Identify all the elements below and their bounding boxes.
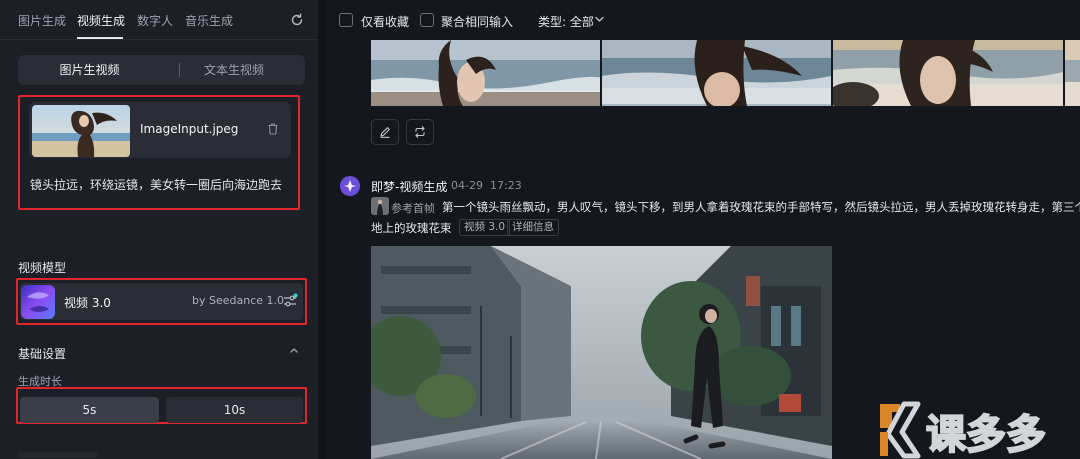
duration-10s-button[interactable]: 10s bbox=[166, 397, 303, 423]
aggregate-label[interactable]: 聚合相同输入 bbox=[441, 13, 513, 30]
repeat-icon bbox=[415, 126, 425, 138]
image-input-highlight: ImageInput.jpeg 镜头拉远，环绕运镜，美女转一圈后向海边跑去 bbox=[18, 95, 300, 210]
model-section-title: 视频模型 bbox=[18, 261, 67, 275]
mode-segmented-control: 图片生视频 文本生视频 bbox=[18, 55, 305, 85]
prompt-text[interactable]: 镜头拉远，环绕运镜，美女转一圈后向海边跑去 bbox=[30, 176, 282, 193]
sliders-icon[interactable] bbox=[282, 293, 298, 309]
regenerate-button[interactable] bbox=[406, 119, 434, 145]
model-logo-icon bbox=[21, 285, 55, 319]
reference-frame-thumbnail[interactable] bbox=[371, 197, 389, 215]
model-select[interactable]: 视频 3.0 by Seedance 1.0 bbox=[20, 283, 303, 320]
result-thumbnail-1[interactable] bbox=[371, 40, 600, 106]
image-input-card[interactable]: ImageInput.jpeg bbox=[29, 102, 291, 158]
message-description-line-1: 第一个镜头雨丝飘动，男人叹气，镜头下移，到男人拿着玫瑰花束的手部特写，然后镜头拉… bbox=[442, 200, 1080, 214]
right-panel: 仅看收藏 聚合相同输入 类型: 全部 即梦-视频生成 04-29 17:23 参… bbox=[326, 0, 1080, 459]
edit-button[interactable] bbox=[371, 119, 399, 145]
chevron-up-icon[interactable] bbox=[288, 344, 300, 356]
chevron-down-icon[interactable] bbox=[595, 16, 604, 23]
tab-video-generation[interactable]: 视频生成 bbox=[77, 12, 125, 29]
app-window: 图片生成 视频生成 数字人 音乐生成 图片生视频 文本生视频 ImageInpu… bbox=[0, 0, 1080, 459]
reference-frame-label: 参考首帧 bbox=[391, 202, 435, 215]
refresh-icon[interactable] bbox=[289, 12, 305, 28]
aggregate-checkbox[interactable] bbox=[420, 13, 434, 27]
duration-highlight: 5s 10s bbox=[16, 387, 307, 424]
left-panel: 图片生成 视频生成 数字人 音乐生成 图片生视频 文本生视频 ImageInpu… bbox=[0, 0, 318, 459]
basic-settings-title: 基础设置 bbox=[18, 347, 67, 361]
filter-bar: 仅看收藏 聚合相同输入 类型: 全部 bbox=[326, 0, 1080, 40]
type-filter[interactable]: 类型: 全部 bbox=[538, 13, 594, 30]
favorites-checkbox[interactable] bbox=[339, 13, 353, 27]
active-tab-underline bbox=[77, 37, 123, 39]
model-select-highlight: 视频 3.0 by Seedance 1.0 bbox=[16, 278, 307, 325]
mode-tab-image-to-video[interactable]: 图片生视频 bbox=[18, 55, 161, 85]
cut-off-row bbox=[18, 452, 98, 458]
jimeng-logo-icon bbox=[340, 176, 360, 196]
tab-music-generation[interactable]: 音乐生成 bbox=[185, 12, 233, 29]
detail-info-tag[interactable]: 详细信息 bbox=[507, 219, 559, 236]
panel-divider bbox=[318, 0, 326, 459]
result-thumbnail-4[interactable] bbox=[1065, 40, 1080, 106]
image-filename: ImageInput.jpeg bbox=[140, 122, 239, 136]
result-thumbnail-3[interactable] bbox=[833, 40, 1063, 106]
watermark-logo: 课多多 bbox=[878, 398, 1080, 459]
mode-tab-text-to-video[interactable]: 文本生视频 bbox=[179, 55, 289, 85]
favorites-label[interactable]: 仅看收藏 bbox=[361, 13, 409, 30]
model-provider: by Seedance 1.0 bbox=[192, 294, 285, 307]
pencil-icon bbox=[380, 127, 390, 138]
model-tag[interactable]: 视频 3.0 bbox=[459, 219, 511, 236]
result-thumbnail-2[interactable] bbox=[602, 40, 831, 106]
model-name: 视频 3.0 bbox=[64, 296, 111, 310]
tab-digital-human[interactable]: 数字人 bbox=[137, 12, 173, 29]
message-time: 17:23 bbox=[490, 179, 522, 192]
message-title: 即梦-视频生成 bbox=[371, 180, 448, 194]
duration-5s-button[interactable]: 5s bbox=[20, 397, 159, 423]
tab-image-generation[interactable]: 图片生成 bbox=[18, 12, 66, 29]
watermark-text: 课多多 bbox=[926, 412, 1046, 458]
trash-icon[interactable] bbox=[266, 122, 280, 136]
generated-video-preview[interactable] bbox=[371, 246, 832, 459]
message-date: 04-29 bbox=[451, 179, 483, 192]
message-description-line-2: 地上的玫瑰花束 bbox=[371, 221, 452, 235]
image-thumbnail bbox=[32, 105, 130, 157]
top-nav: 图片生成 视频生成 数字人 音乐生成 bbox=[0, 0, 318, 40]
